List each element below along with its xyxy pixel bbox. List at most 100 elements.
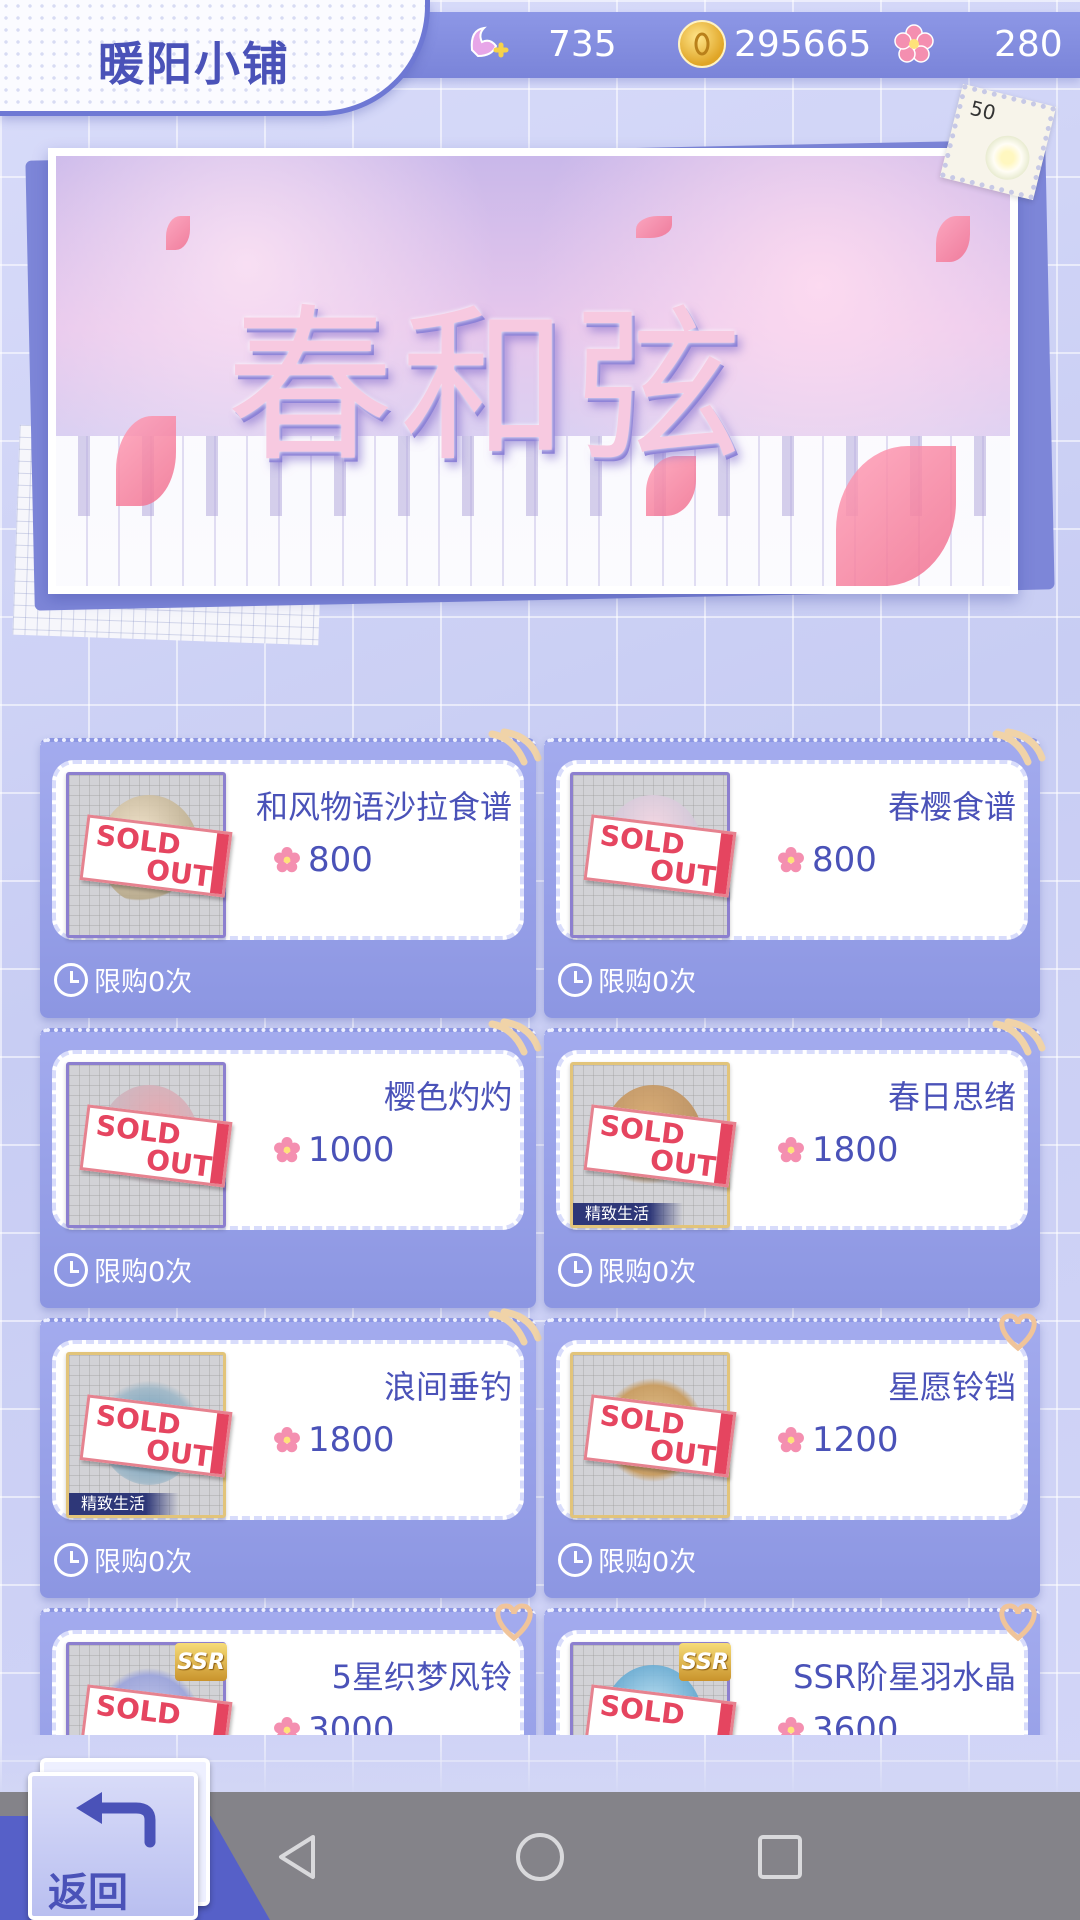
price-value: 800 bbox=[812, 840, 877, 880]
limit-text: 限购0次 bbox=[94, 1547, 193, 1578]
clock-icon bbox=[54, 962, 88, 997]
shop-item-card[interactable]: SOLD OUT 春樱食谱 800 限购0次 bbox=[544, 728, 1046, 1018]
sold-out-text: OUT bbox=[144, 1433, 214, 1474]
sold-out-text: SOLD bbox=[598, 1688, 687, 1732]
swan-currency-value: 735 bbox=[548, 23, 617, 65]
item-name: 星愿铃铛 bbox=[887, 1368, 1016, 1406]
item-price: 1000 bbox=[272, 1130, 395, 1170]
petal-decoration bbox=[636, 216, 672, 238]
price-value: 3600 bbox=[812, 1710, 899, 1735]
clock-icon bbox=[54, 1542, 88, 1577]
event-banner[interactable]: 春和弦 bbox=[48, 148, 1018, 594]
item-name: SSR阶星羽水晶 bbox=[793, 1658, 1016, 1696]
sold-out-text: OUT bbox=[648, 1143, 718, 1184]
petal-decoration bbox=[936, 216, 970, 262]
clock-icon bbox=[54, 1252, 88, 1287]
items-row-clip: SSR SOLD 5星织梦风铃 3000 SSR SOLD SSR阶星羽水晶 3… bbox=[0, 1600, 1080, 1735]
ssr-badge: SSR bbox=[175, 1643, 227, 1681]
purchase-limit: 限购0次 bbox=[54, 1540, 192, 1579]
sold-out-tag: SOLD OUT bbox=[79, 814, 233, 898]
flower-stamp-icon bbox=[980, 131, 1035, 185]
sold-out-text: OUT bbox=[144, 1143, 214, 1184]
limit-text: 限购0次 bbox=[598, 967, 697, 998]
sakura-flower-icon bbox=[778, 847, 804, 873]
square-recents-icon bbox=[758, 1835, 802, 1879]
sakura-flower-icon bbox=[778, 1717, 804, 1735]
price-value: 800 bbox=[308, 840, 373, 880]
sold-out-tag: SOLD OUT bbox=[583, 1104, 737, 1188]
item-thumbnail: SOLD OUT 精致生活 bbox=[570, 1062, 737, 1228]
shop-item-card[interactable]: SOLD OUT 精致生活 春日思绪 1800 限购0次 bbox=[544, 1018, 1046, 1308]
sakura-flower-icon bbox=[274, 1137, 300, 1163]
item-thumbnail: SOLD OUT bbox=[66, 772, 233, 938]
banner-title: 春和弦 bbox=[226, 289, 748, 485]
price-value: 1800 bbox=[308, 1420, 395, 1460]
sakura-flower-icon bbox=[274, 1717, 300, 1735]
nav-home-button[interactable] bbox=[505, 1822, 575, 1892]
price-value: 1800 bbox=[812, 1130, 899, 1170]
petal-decoration bbox=[166, 216, 190, 250]
price-value: 1200 bbox=[812, 1420, 899, 1460]
sakura-currency-value: 280 bbox=[994, 23, 1063, 65]
sold-out-tag: SOLD bbox=[79, 1684, 233, 1735]
shop-item-card[interactable]: SSR SOLD 5星织梦风铃 3000 bbox=[40, 1603, 536, 1735]
purchase-limit: 限购0次 bbox=[54, 960, 192, 999]
item-name: 5星织梦风铃 bbox=[331, 1658, 512, 1696]
item-thumbnail: SOLD OUT bbox=[570, 772, 737, 938]
sold-out-tag: SOLD OUT bbox=[79, 1104, 233, 1188]
gold-coin-icon bbox=[678, 20, 726, 68]
ribbon-bow-icon bbox=[488, 1018, 542, 1056]
ribbon-bow-icon bbox=[992, 1018, 1046, 1056]
limit-text: 限购0次 bbox=[94, 1257, 193, 1288]
back-button-label: 返回 bbox=[48, 1870, 128, 1916]
currency-coin[interactable]: 295665 bbox=[678, 18, 871, 70]
sakura-flower-icon bbox=[274, 847, 300, 873]
item-price: 1800 bbox=[776, 1130, 899, 1170]
item-price: 800 bbox=[776, 840, 877, 880]
sakura-flower-icon bbox=[890, 20, 938, 68]
shop-item-card[interactable]: SSR SOLD SSR阶星羽水晶 3600 bbox=[544, 1603, 1040, 1735]
sakura-flower-icon bbox=[778, 1137, 804, 1163]
currency-sakura[interactable]: 280 bbox=[890, 18, 1063, 70]
swan-plus-icon bbox=[462, 20, 510, 68]
sold-out-tag: SOLD OUT bbox=[583, 814, 737, 898]
currency-swan[interactable]: 735 bbox=[462, 18, 617, 70]
item-name: 春樱食谱 bbox=[887, 788, 1016, 826]
shop-item-card[interactable]: SOLD OUT 和风物语沙拉食谱 800 限购0次 bbox=[40, 728, 542, 1018]
return-arrow-icon bbox=[76, 1792, 156, 1848]
sold-out-text: OUT bbox=[648, 1433, 718, 1474]
sakura-flower-icon bbox=[274, 1427, 300, 1453]
nav-recents-button[interactable] bbox=[745, 1822, 815, 1892]
shop-item-card[interactable]: SOLD OUT 樱色灼灼 1000 限购0次 bbox=[40, 1018, 542, 1308]
limit-text: 限购0次 bbox=[598, 1547, 697, 1578]
shop-item-card[interactable]: SOLD OUT 精致生活 浪间垂钓 1800 限购0次 bbox=[40, 1308, 542, 1598]
price-value: 1000 bbox=[308, 1130, 395, 1170]
item-price: 3000 bbox=[272, 1710, 395, 1735]
ribbon-bow-icon bbox=[992, 728, 1046, 766]
shop-title: 暖阳小铺 bbox=[98, 37, 290, 91]
heart-ribbon-icon bbox=[999, 1603, 1037, 1642]
sold-out-tag: SOLD OUT bbox=[79, 1394, 233, 1478]
item-thumbnail: SSR SOLD bbox=[570, 1642, 737, 1735]
ribbon-bow-icon bbox=[488, 728, 542, 766]
item-thumbnail: SOLD OUT bbox=[570, 1352, 737, 1518]
limit-text: 限购0次 bbox=[598, 1257, 697, 1288]
coin-currency-value: 295665 bbox=[734, 23, 872, 65]
sold-out-text: SOLD bbox=[94, 1688, 183, 1732]
purchase-limit: 限购0次 bbox=[54, 1250, 192, 1289]
sold-out-text: OUT bbox=[648, 853, 718, 894]
item-name: 春日思绪 bbox=[887, 1078, 1016, 1116]
item-name: 和风物语沙拉食谱 bbox=[255, 788, 512, 826]
item-price: 3600 bbox=[776, 1710, 899, 1735]
circle-home-icon bbox=[516, 1833, 564, 1881]
purchase-limit: 限购0次 bbox=[558, 1250, 696, 1289]
sold-out-text: OUT bbox=[144, 853, 214, 894]
heart-ribbon-icon bbox=[495, 1603, 533, 1642]
limit-text: 限购0次 bbox=[94, 967, 193, 998]
clock-icon bbox=[558, 1252, 592, 1287]
back-button[interactable]: 返回 bbox=[0, 1750, 280, 1920]
heart-ribbon-icon bbox=[999, 1313, 1037, 1352]
shop-item-card[interactable]: SOLD OUT 星愿铃铛 1200 限购0次 bbox=[544, 1313, 1040, 1598]
item-price: 1200 bbox=[776, 1420, 899, 1460]
stamp-number: 50 bbox=[967, 95, 999, 126]
